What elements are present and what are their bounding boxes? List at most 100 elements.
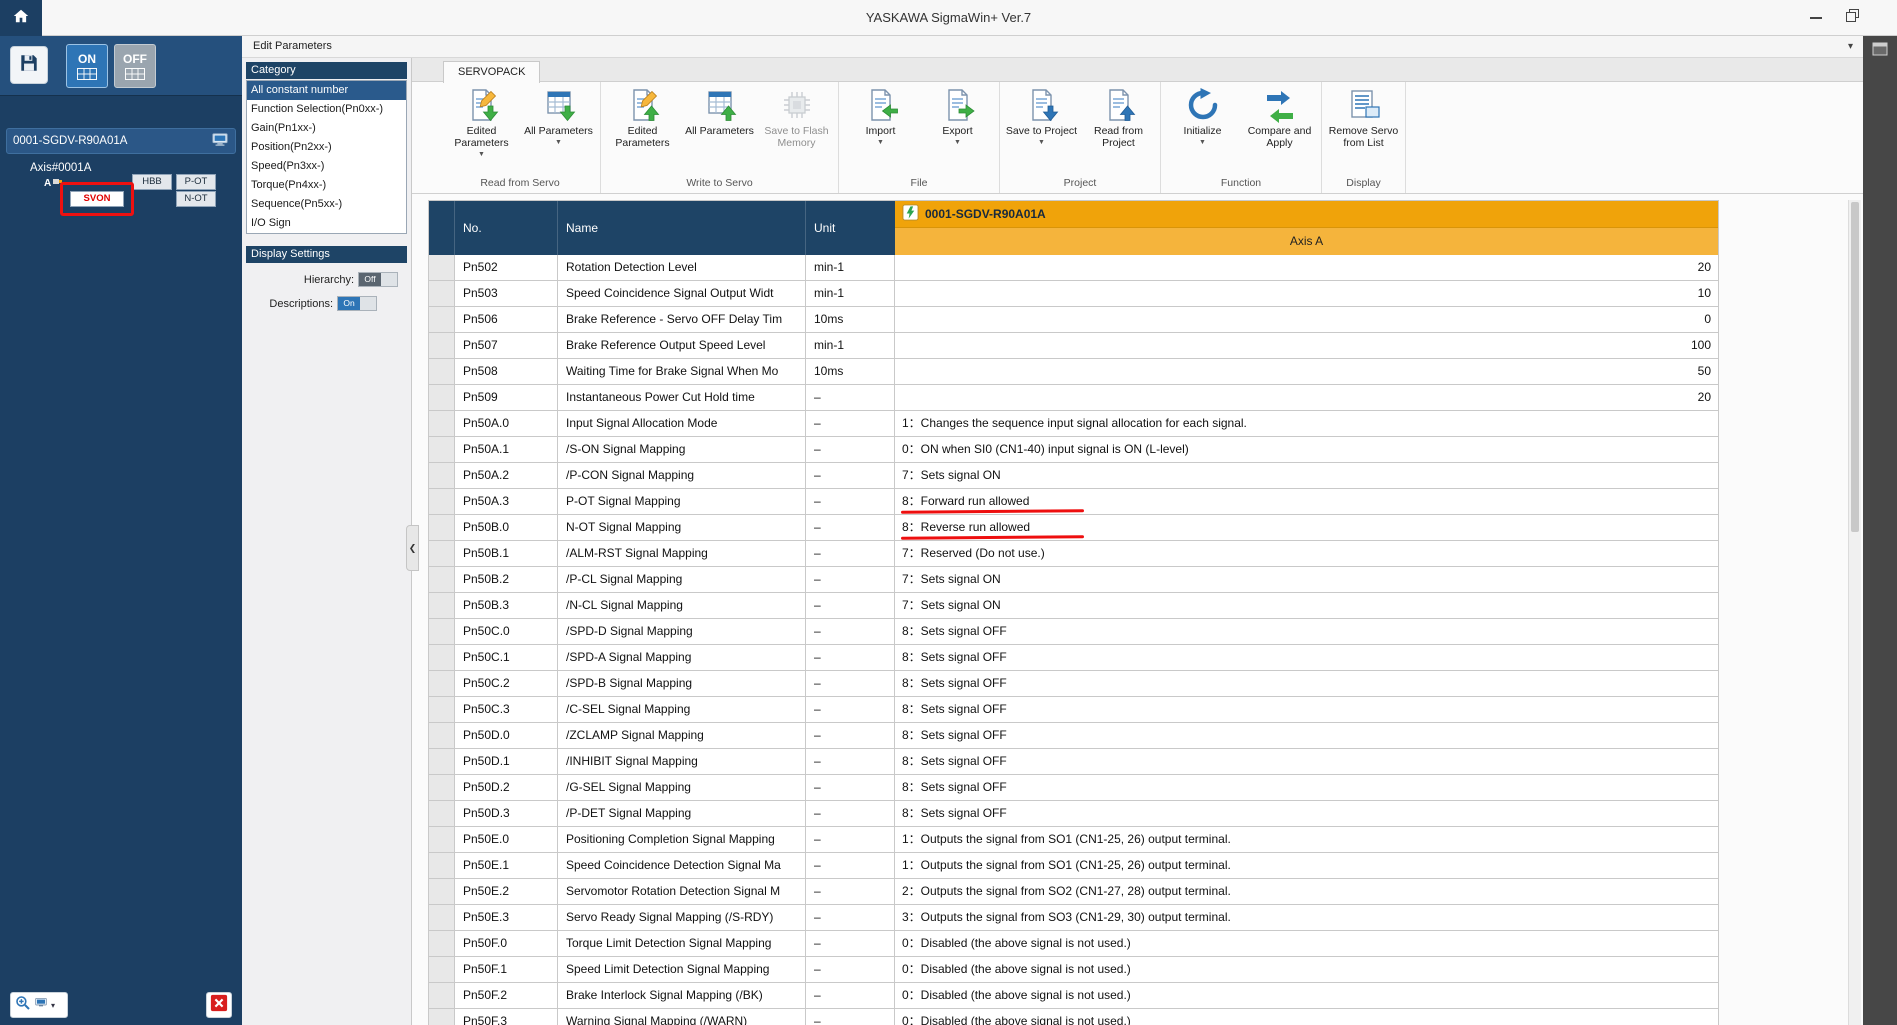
param-value-cell[interactable]: 50: [895, 359, 1719, 384]
param-value-cell[interactable]: 8：Sets signal OFF: [895, 723, 1719, 748]
ribbon-button[interactable]: Compare and Apply: [1241, 84, 1318, 175]
dropdown-arrow-icon[interactable]: ▼: [555, 139, 562, 146]
param-value-cell[interactable]: 0：Disabled (the above signal is not used…: [895, 983, 1719, 1008]
row-selector[interactable]: [429, 645, 455, 670]
row-selector[interactable]: [429, 1009, 455, 1025]
table-row[interactable]: Pn506 Brake Reference - Servo OFF Delay …: [429, 307, 1719, 333]
table-row[interactable]: Pn50A.3 P-OT Signal Mapping – 8：Forward …: [429, 489, 1719, 515]
row-selector[interactable]: [429, 957, 455, 982]
table-row[interactable]: Pn50A.1 /S-ON Signal Mapping – 0：ON when…: [429, 437, 1719, 463]
param-value-cell[interactable]: 8：Sets signal OFF: [895, 697, 1719, 722]
ribbon-button[interactable]: Read from Project: [1080, 84, 1157, 175]
table-row[interactable]: Pn50F.3 Warning Signal Mapping (/WARN) –…: [429, 1009, 1719, 1025]
row-selector[interactable]: [429, 671, 455, 696]
row-selector[interactable]: [429, 333, 455, 358]
table-row[interactable]: Pn50F.1 Speed Limit Detection Signal Map…: [429, 957, 1719, 983]
servo-on-button[interactable]: ON: [66, 44, 108, 88]
param-value-cell[interactable]: 2：Outputs the signal from SO2 (CN1-27, 2…: [895, 879, 1719, 904]
table-row[interactable]: Pn50E.1 Speed Coincidence Detection Sign…: [429, 853, 1719, 879]
row-selector[interactable]: [429, 697, 455, 722]
table-row[interactable]: Pn503 Speed Coincidence Signal Output Wi…: [429, 281, 1719, 307]
table-row[interactable]: Pn50D.2 /G-SEL Signal Mapping – 8：Sets s…: [429, 775, 1719, 801]
param-value-cell[interactable]: 100: [895, 333, 1719, 358]
param-value-cell[interactable]: 8：Sets signal OFF: [895, 619, 1719, 644]
row-selector[interactable]: [429, 255, 455, 280]
category-item[interactable]: Sequence(Pn5xx-): [247, 195, 406, 214]
dropdown-arrow-icon[interactable]: ▼: [1199, 139, 1206, 146]
row-selector[interactable]: [429, 775, 455, 800]
table-row[interactable]: Pn502 Rotation Detection Level min-1 20: [429, 255, 1719, 281]
param-value-cell[interactable]: 20: [895, 385, 1719, 410]
param-value-cell[interactable]: 1：Outputs the signal from SO1 (CN1-25, 2…: [895, 853, 1719, 878]
row-selector[interactable]: [429, 463, 455, 488]
param-value-cell[interactable]: 1：Outputs the signal from SO1 (CN1-25, 2…: [895, 827, 1719, 852]
param-value-cell[interactable]: 20: [895, 255, 1719, 280]
ribbon-button[interactable]: Export ▼: [919, 84, 996, 175]
table-row[interactable]: Pn50D.0 /ZCLAMP Signal Mapping – 8：Sets …: [429, 723, 1719, 749]
category-item[interactable]: Position(Pn2xx-): [247, 138, 406, 157]
row-selector[interactable]: [429, 879, 455, 904]
row-selector[interactable]: [429, 593, 455, 618]
param-value-cell[interactable]: 7：Reserved (Do not use.): [895, 541, 1719, 566]
minimize-button-icon[interactable]: [1810, 17, 1822, 19]
ribbon-button[interactable]: Remove Servo from List: [1325, 84, 1402, 175]
table-row[interactable]: Pn50C.2 /SPD-B Signal Mapping – 8：Sets s…: [429, 671, 1719, 697]
dropdown-arrow-icon[interactable]: ▼: [478, 151, 485, 158]
param-value-cell[interactable]: 8：Reverse run allowed: [895, 515, 1719, 540]
param-value-cell[interactable]: 8：Sets signal OFF: [895, 645, 1719, 670]
row-selector[interactable]: [429, 385, 455, 410]
save-button[interactable]: [10, 46, 48, 84]
axis-tree-node[interactable]: Axis#0001A: [30, 162, 91, 174]
dock-window-icon[interactable]: [1872, 42, 1888, 56]
table-row[interactable]: Pn50B.3 /N-CL Signal Mapping – 7：Sets si…: [429, 593, 1719, 619]
descriptions-toggle[interactable]: On: [337, 296, 377, 311]
param-value-cell[interactable]: 3：Outputs the signal from SO3 (CN1-29, 3…: [895, 905, 1719, 930]
category-item[interactable]: Torque(Pn4xx-): [247, 176, 406, 195]
table-row[interactable]: Pn50A.2 /P-CON Signal Mapping – 7：Sets s…: [429, 463, 1719, 489]
table-row[interactable]: Pn50F.0 Torque Limit Detection Signal Ma…: [429, 931, 1719, 957]
category-item[interactable]: I/O Sign: [247, 214, 406, 233]
table-row[interactable]: Pn50C.3 /C-SEL Signal Mapping – 8：Sets s…: [429, 697, 1719, 723]
row-selector[interactable]: [429, 801, 455, 826]
param-value-cell[interactable]: 1：Changes the sequence input signal allo…: [895, 411, 1719, 436]
table-row[interactable]: Pn50C.0 /SPD-D Signal Mapping – 8：Sets s…: [429, 619, 1719, 645]
param-value-cell[interactable]: 0：Disabled (the above signal is not used…: [895, 931, 1719, 956]
table-row[interactable]: Pn50B.2 /P-CL Signal Mapping – 7：Sets si…: [429, 567, 1719, 593]
ribbon-button[interactable]: Edited Parameters: [604, 84, 681, 175]
param-value-cell[interactable]: 10: [895, 281, 1719, 306]
table-row[interactable]: Pn50E.3 Servo Ready Signal Mapping (/S-R…: [429, 905, 1719, 931]
category-item[interactable]: Function Selection(Pn0xx-): [247, 100, 406, 119]
row-selector[interactable]: [429, 931, 455, 956]
zoom-tools[interactable]: ▾: [10, 992, 68, 1018]
param-value-cell[interactable]: 7：Sets signal ON: [895, 593, 1719, 618]
table-row[interactable]: Pn50B.1 /ALM-RST Signal Mapping – 7：Rese…: [429, 541, 1719, 567]
pane-menu-chevron-icon[interactable]: ▾: [1848, 36, 1853, 57]
tab-servopack[interactable]: SERVOPACK: [443, 61, 541, 83]
param-value-cell[interactable]: 0：ON when SI0 (CN1-40) input signal is O…: [895, 437, 1719, 462]
scrollbar-thumb[interactable]: [1851, 202, 1859, 532]
ribbon-button[interactable]: All Parameters: [681, 84, 758, 175]
servopack-tree-node[interactable]: 0001-SGDV-R90A01A: [6, 128, 236, 154]
dropdown-arrow-icon[interactable]: ▼: [954, 139, 961, 146]
category-item[interactable]: Speed(Pn3xx-): [247, 157, 406, 176]
row-selector[interactable]: [429, 437, 455, 462]
param-value-cell[interactable]: 8：Sets signal OFF: [895, 775, 1719, 800]
category-item[interactable]: All constant number: [247, 81, 406, 100]
row-selector[interactable]: [429, 619, 455, 644]
close-device-button[interactable]: [206, 992, 232, 1018]
table-row[interactable]: Pn50D.1 /INHIBIT Signal Mapping – 8：Sets…: [429, 749, 1719, 775]
row-selector[interactable]: [429, 983, 455, 1008]
param-value-cell[interactable]: 8：Forward run allowed: [895, 489, 1719, 514]
param-value-cell[interactable]: 8：Sets signal OFF: [895, 671, 1719, 696]
table-row[interactable]: Pn507 Brake Reference Output Speed Level…: [429, 333, 1719, 359]
zoom-plus-icon[interactable]: [15, 995, 31, 1016]
dropdown-arrow-icon[interactable]: ▼: [877, 139, 884, 146]
restore-button-icon[interactable]: [1846, 9, 1859, 27]
ribbon-button[interactable]: Initialize ▼: [1164, 84, 1241, 175]
table-row[interactable]: Pn50D.3 /P-DET Signal Mapping – 8：Sets s…: [429, 801, 1719, 827]
chevron-down-icon[interactable]: ▾: [51, 1001, 55, 1010]
row-selector[interactable]: [429, 489, 455, 514]
row-selector[interactable]: [429, 827, 455, 852]
param-value-cell[interactable]: 0: [895, 307, 1719, 332]
row-selector[interactable]: [429, 411, 455, 436]
